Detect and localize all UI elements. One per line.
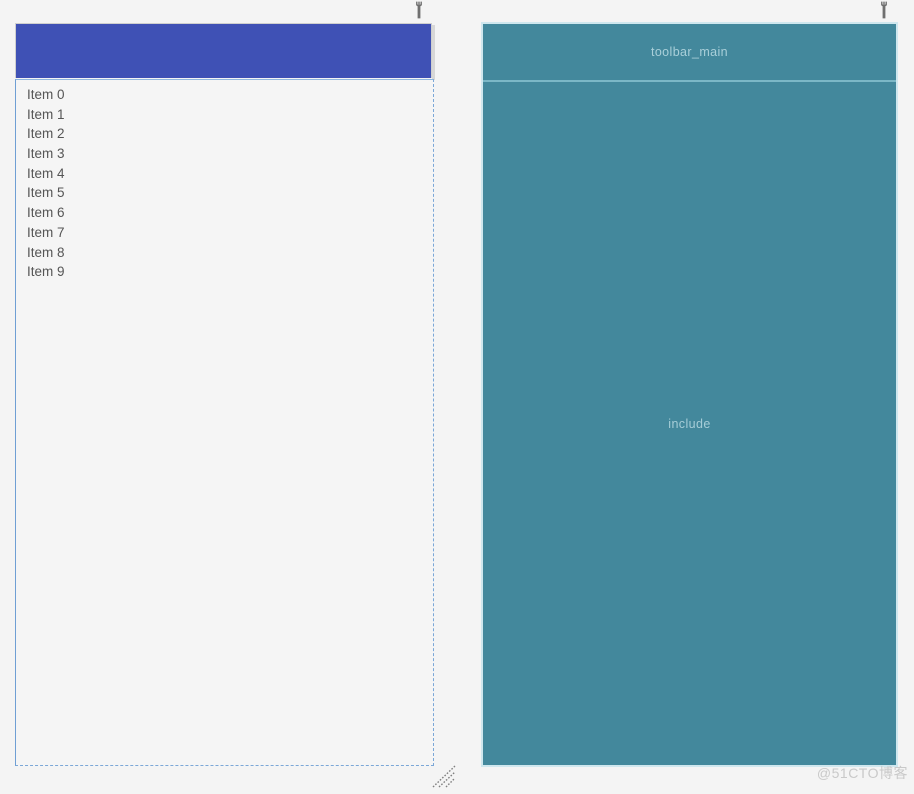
list-item[interactable]: Item 4	[16, 164, 433, 184]
watermark: @51CTO博客	[816, 765, 908, 781]
resize-grip-icon[interactable]	[432, 765, 458, 789]
list-item[interactable]: Item 9	[16, 262, 433, 282]
toolbar-main-label: toolbar_main	[650, 45, 729, 59]
list-item[interactable]: Item 2	[16, 124, 433, 144]
left-header-shadow	[432, 25, 435, 80]
include-label: include	[668, 416, 711, 431]
left-panel: Item 0 Item 1 Item 2 Item 3 Item 4 Item …	[15, 23, 435, 766]
list-item[interactable]: Item 1	[16, 105, 433, 125]
list-item[interactable]: Item 8	[16, 243, 433, 263]
list-item[interactable]: Item 0	[16, 85, 433, 105]
list-item[interactable]: Item 3	[16, 144, 433, 164]
wrench-icon-right[interactable]	[876, 1, 892, 19]
item-list-body: Item 0 Item 1 Item 2 Item 3 Item 4 Item …	[16, 80, 433, 282]
wrench-icon-left[interactable]	[411, 1, 427, 19]
list-item[interactable]: Item 7	[16, 223, 433, 243]
list-item[interactable]: Item 6	[16, 203, 433, 223]
right-panel: toolbar_main include	[481, 22, 898, 767]
left-panel-header-bar[interactable]	[15, 23, 432, 78]
include-region[interactable]: include	[483, 82, 896, 765]
toolbar-main[interactable]: toolbar_main	[483, 24, 896, 80]
list-item[interactable]: Item 5	[16, 183, 433, 203]
item-list[interactable]: Item 0 Item 1 Item 2 Item 3 Item 4 Item …	[15, 79, 434, 766]
